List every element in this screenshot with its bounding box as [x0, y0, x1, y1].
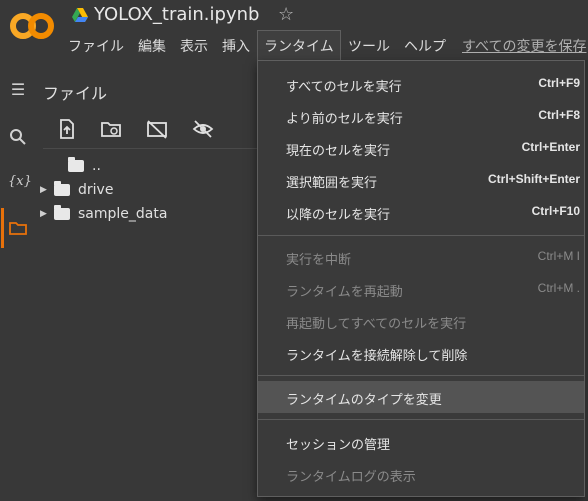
star-icon[interactable]: ☆: [278, 4, 294, 25]
drive-icon: [72, 8, 88, 22]
notebook-title[interactable]: YOLOX_train.ipynb: [94, 4, 259, 25]
menu-separator: [258, 419, 584, 420]
menu-item-label: ランタイムのタイプを変更: [286, 393, 442, 408]
menu-item-shortcut: Ctrl+F8: [538, 108, 580, 122]
menu-edit[interactable]: 編集: [138, 36, 166, 56]
menu-item-change-runtime-type[interactable]: ランタイムのタイプを変更: [258, 381, 584, 413]
menu-item-shortcut: Ctrl+M .: [537, 281, 580, 295]
caret-right-icon[interactable]: ▶: [40, 209, 54, 219]
hide-files-icon[interactable]: [192, 118, 214, 140]
menu-separator: [258, 375, 584, 376]
menu-item-label: 現在のセルを実行: [286, 144, 391, 159]
menu-item-shortcut: Ctrl+Enter: [521, 140, 580, 154]
folder-icon: [54, 181, 70, 196]
tree-item-sample-data[interactable]: ▶ sample_data: [40, 205, 168, 226]
menu-item-label: より前のセルを実行: [286, 112, 403, 127]
menu-item-label: 以降のセルを実行: [286, 208, 391, 223]
menu-separator: [258, 235, 584, 236]
menu-item-label: 再起動してすべてのセルを実行: [286, 317, 467, 332]
save-all-link[interactable]: すべての変更を保存: [462, 36, 586, 56]
menu-help[interactable]: ヘルプ: [404, 36, 446, 56]
menu-item-shortcut: Ctrl+F9: [538, 76, 580, 90]
menu-item-view-runtime-logs: ランタイムログの表示: [258, 458, 584, 490]
folder-icon: [54, 205, 70, 220]
active-indicator: [1, 208, 4, 248]
folder-icon[interactable]: [8, 218, 28, 238]
search-icon[interactable]: [8, 127, 28, 147]
menu-item-restart-run-all: 再起動してすべてのセルを実行: [258, 305, 584, 337]
menu-item-run-selection[interactable]: 選択範囲を実行 Ctrl+Shift+Enter: [258, 164, 584, 196]
menu-view[interactable]: 表示: [180, 36, 208, 56]
menu-item-label: ランタイムログの表示: [286, 470, 416, 485]
menu-insert[interactable]: 挿入: [222, 36, 250, 56]
tree-item-label: sample_data: [78, 206, 168, 222]
files-panel-title: ファイル: [43, 84, 108, 103]
menu-item-disconnect-delete[interactable]: ランタイムを接続解除して削除: [258, 337, 584, 369]
tree-item-drive[interactable]: ▶ drive: [40, 181, 114, 202]
menu-item-run-before[interactable]: より前のセルを実行 Ctrl+F8: [258, 100, 584, 132]
runtime-dropdown-menu: すべてのセルを実行 Ctrl+F9 より前のセルを実行 Ctrl+F8 現在のセ…: [257, 60, 585, 497]
menu-item-label: ランタイムを接続解除して削除: [286, 349, 468, 364]
menu-item-shortcut: Ctrl+F10: [531, 204, 580, 218]
menu-item-run-after[interactable]: 以降のセルを実行 Ctrl+F10: [258, 196, 584, 228]
upload-icon[interactable]: [56, 118, 78, 140]
refresh-folder-icon[interactable]: [100, 118, 122, 140]
menu-tools[interactable]: ツール: [348, 36, 390, 56]
colab-logo[interactable]: [10, 8, 54, 44]
menu-item-run-all[interactable]: すべてのセルを実行 Ctrl+F9: [258, 68, 584, 100]
hide-drive-icon[interactable]: [146, 118, 168, 140]
tree-item-label: drive: [78, 182, 114, 198]
table-of-contents-icon[interactable]: ☰: [8, 80, 28, 100]
menu-item-label: 実行を中断: [286, 253, 352, 268]
tree-item-parent[interactable]: ..: [54, 157, 101, 178]
menu-item-label: すべてのセルを実行: [286, 80, 402, 95]
panel-divider: [43, 148, 257, 149]
parent-folder-icon: [68, 157, 84, 172]
menu-item-label: セッションの管理: [286, 438, 391, 453]
menu-item-label: 選択範囲を実行: [286, 176, 378, 191]
menu-item-manage-sessions[interactable]: セッションの管理: [258, 426, 584, 458]
menu-file[interactable]: ファイル: [68, 36, 124, 56]
tree-item-label: ..: [92, 158, 101, 174]
menu-item-interrupt: 実行を中断 Ctrl+M I: [258, 241, 584, 273]
caret-right-icon[interactable]: ▶: [40, 185, 54, 195]
menu-runtime[interactable]: ランタイム: [264, 36, 334, 56]
menu-item-run-current[interactable]: 現在のセルを実行 Ctrl+Enter: [258, 132, 584, 164]
variables-icon[interactable]: {x}: [8, 172, 32, 192]
menu-item-restart: ランタイムを再起動 Ctrl+M .: [258, 273, 584, 305]
menu-item-shortcut: Ctrl+Shift+Enter: [487, 172, 580, 186]
menu-item-label: ランタイムを再起動: [286, 285, 403, 300]
menu-item-shortcut: Ctrl+M I: [537, 249, 580, 263]
